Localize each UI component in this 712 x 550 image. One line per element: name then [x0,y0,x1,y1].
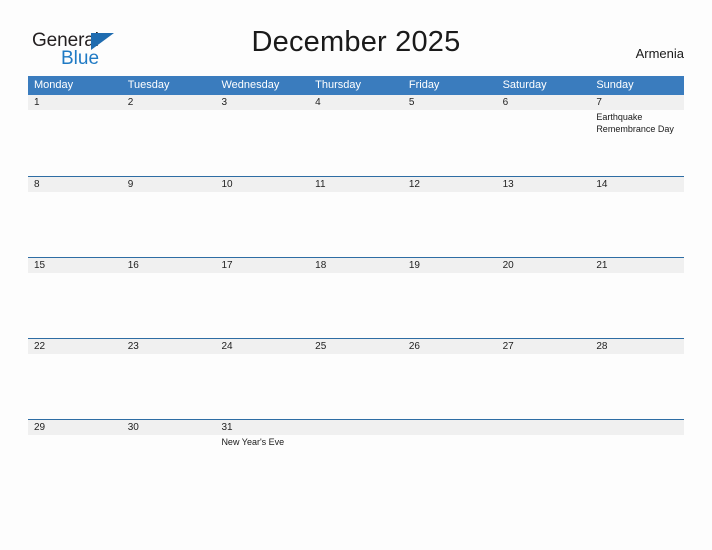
day-number: 21 [590,258,685,273]
calendar-day-cell[interactable]: 17 [215,258,310,338]
day-number: 10 [215,177,310,192]
calendar-week-row: 8 9 10 11 12 13 14 [28,176,685,257]
day-number: 29 [28,420,122,435]
calendar-day-cell[interactable]: 19 [402,258,497,338]
calendar-day-cell[interactable]: 28 [590,339,685,419]
day-number [496,420,591,435]
day-number: 24 [215,339,310,354]
calendar-day-cell[interactable]: 9 [121,177,216,257]
day-number: 20 [496,258,591,273]
calendar-day-cell[interactable]: 30 [121,420,216,500]
calendar-day-cell[interactable]: 24 [215,339,310,419]
day-number: 2 [121,95,216,110]
calendar-day-cell[interactable]: 27 [496,339,591,419]
calendar-day-cell[interactable]: 10 [215,177,310,257]
calendar-day-cell[interactable]: 3 [215,95,310,176]
day-number: 3 [215,95,310,110]
calendar-week-row: 15 16 17 18 19 20 21 [28,257,685,338]
calendar-week-row: 22 23 24 25 26 27 28 [28,338,685,419]
day-number: 15 [28,258,122,273]
day-number: 23 [121,339,216,354]
holiday-event-label: Earthquake Remembrance Day [596,112,674,134]
calendar-day-cell[interactable]: 1 [28,95,122,176]
day-number: 12 [402,177,497,192]
day-number: 8 [28,177,122,192]
day-number: 13 [496,177,591,192]
calendar-day-cell[interactable]: 22 [28,339,122,419]
day-number: 9 [121,177,216,192]
country-label: Armenia [635,46,684,61]
page-title: December 2025 [251,26,461,58]
day-number: 22 [28,339,122,354]
day-events: Earthquake Remembrance Day [590,110,684,135]
calendar-day-cell[interactable]: 23 [121,339,216,419]
calendar-page: General Blue December 2025 Armenia Monda… [0,0,712,550]
day-number: 19 [402,258,497,273]
calendar-day-cell-empty [309,420,403,500]
calendar-day-cell[interactable]: 5 [402,95,497,176]
calendar-day-cell[interactable]: 16 [121,258,216,338]
day-number: 17 [215,258,310,273]
calendar-week-row: 1 2 3 4 5 6 7 Earthquake Remembrance Day [28,95,685,176]
calendar-day-cell-empty [590,420,685,500]
weekday-header-friday: Friday [408,79,440,91]
day-number: 30 [121,420,216,435]
day-number: 14 [590,177,685,192]
calendar-day-cell[interactable]: 11 [309,177,403,257]
day-number: 4 [309,95,403,110]
calendar-day-cell[interactable]: 21 [590,258,685,338]
calendar-day-cell-empty [496,420,591,500]
day-number: 5 [402,95,497,110]
weekday-header-tuesday: Tuesday [127,79,170,91]
weekday-header-row: Monday Tuesday Wednesday Thursday Friday… [28,76,684,95]
day-number: 18 [309,258,403,273]
day-number: 28 [590,339,685,354]
weekday-header-monday: Monday [34,79,74,91]
weekday-header-thursday: Thursday [315,79,362,91]
calendar-day-cell[interactable]: 29 [28,420,122,500]
day-number: 16 [121,258,216,273]
day-number: 6 [496,95,591,110]
day-number: 11 [309,177,403,192]
calendar-weeks: 1 2 3 4 5 6 7 Earthquake Remembrance Day 8 9 10 11 1… [28,95,685,500]
calendar-day-cell[interactable]: 7 Earthquake Remembrance Day [590,95,685,176]
calendar-day-cell[interactable]: 15 [28,258,122,338]
calendar-day-cell[interactable]: 4 [309,95,403,176]
calendar-day-cell[interactable]: 2 [121,95,216,176]
calendar-grid: Monday Tuesday Wednesday Thursday Friday… [28,76,685,500]
calendar-day-cell[interactable]: 14 [590,177,685,257]
calendar-day-cell[interactable]: 31 New Year's Eve [215,420,310,500]
day-number [590,420,685,435]
day-number: 25 [309,339,403,354]
page-header: General Blue December 2025 Armenia [0,0,712,76]
calendar-day-cell[interactable]: 18 [309,258,403,338]
weekday-header-saturday: Saturday [502,79,547,91]
calendar-day-cell[interactable]: 6 [496,95,591,176]
day-number [402,420,497,435]
calendar-day-cell[interactable]: 13 [496,177,591,257]
day-events: New Year's Eve [215,435,309,449]
day-number: 7 [590,95,685,110]
calendar-day-cell[interactable]: 12 [402,177,497,257]
day-number: 1 [28,95,122,110]
holiday-event-label: New Year's Eve [221,437,285,447]
calendar-day-cell[interactable]: 8 [28,177,122,257]
day-number: 31 [215,420,310,435]
weekday-header-sunday: Sunday [596,79,634,91]
calendar-week-row: 29 30 31 New Year's Eve [28,419,685,500]
calendar-day-cell[interactable]: 20 [496,258,591,338]
day-number: 27 [496,339,591,354]
calendar-day-cell-empty [402,420,497,500]
weekday-header-wednesday: Wednesday [221,79,280,91]
calendar-day-cell[interactable]: 25 [309,339,403,419]
day-number: 26 [402,339,497,354]
day-number [309,420,403,435]
calendar-day-cell[interactable]: 26 [402,339,497,419]
